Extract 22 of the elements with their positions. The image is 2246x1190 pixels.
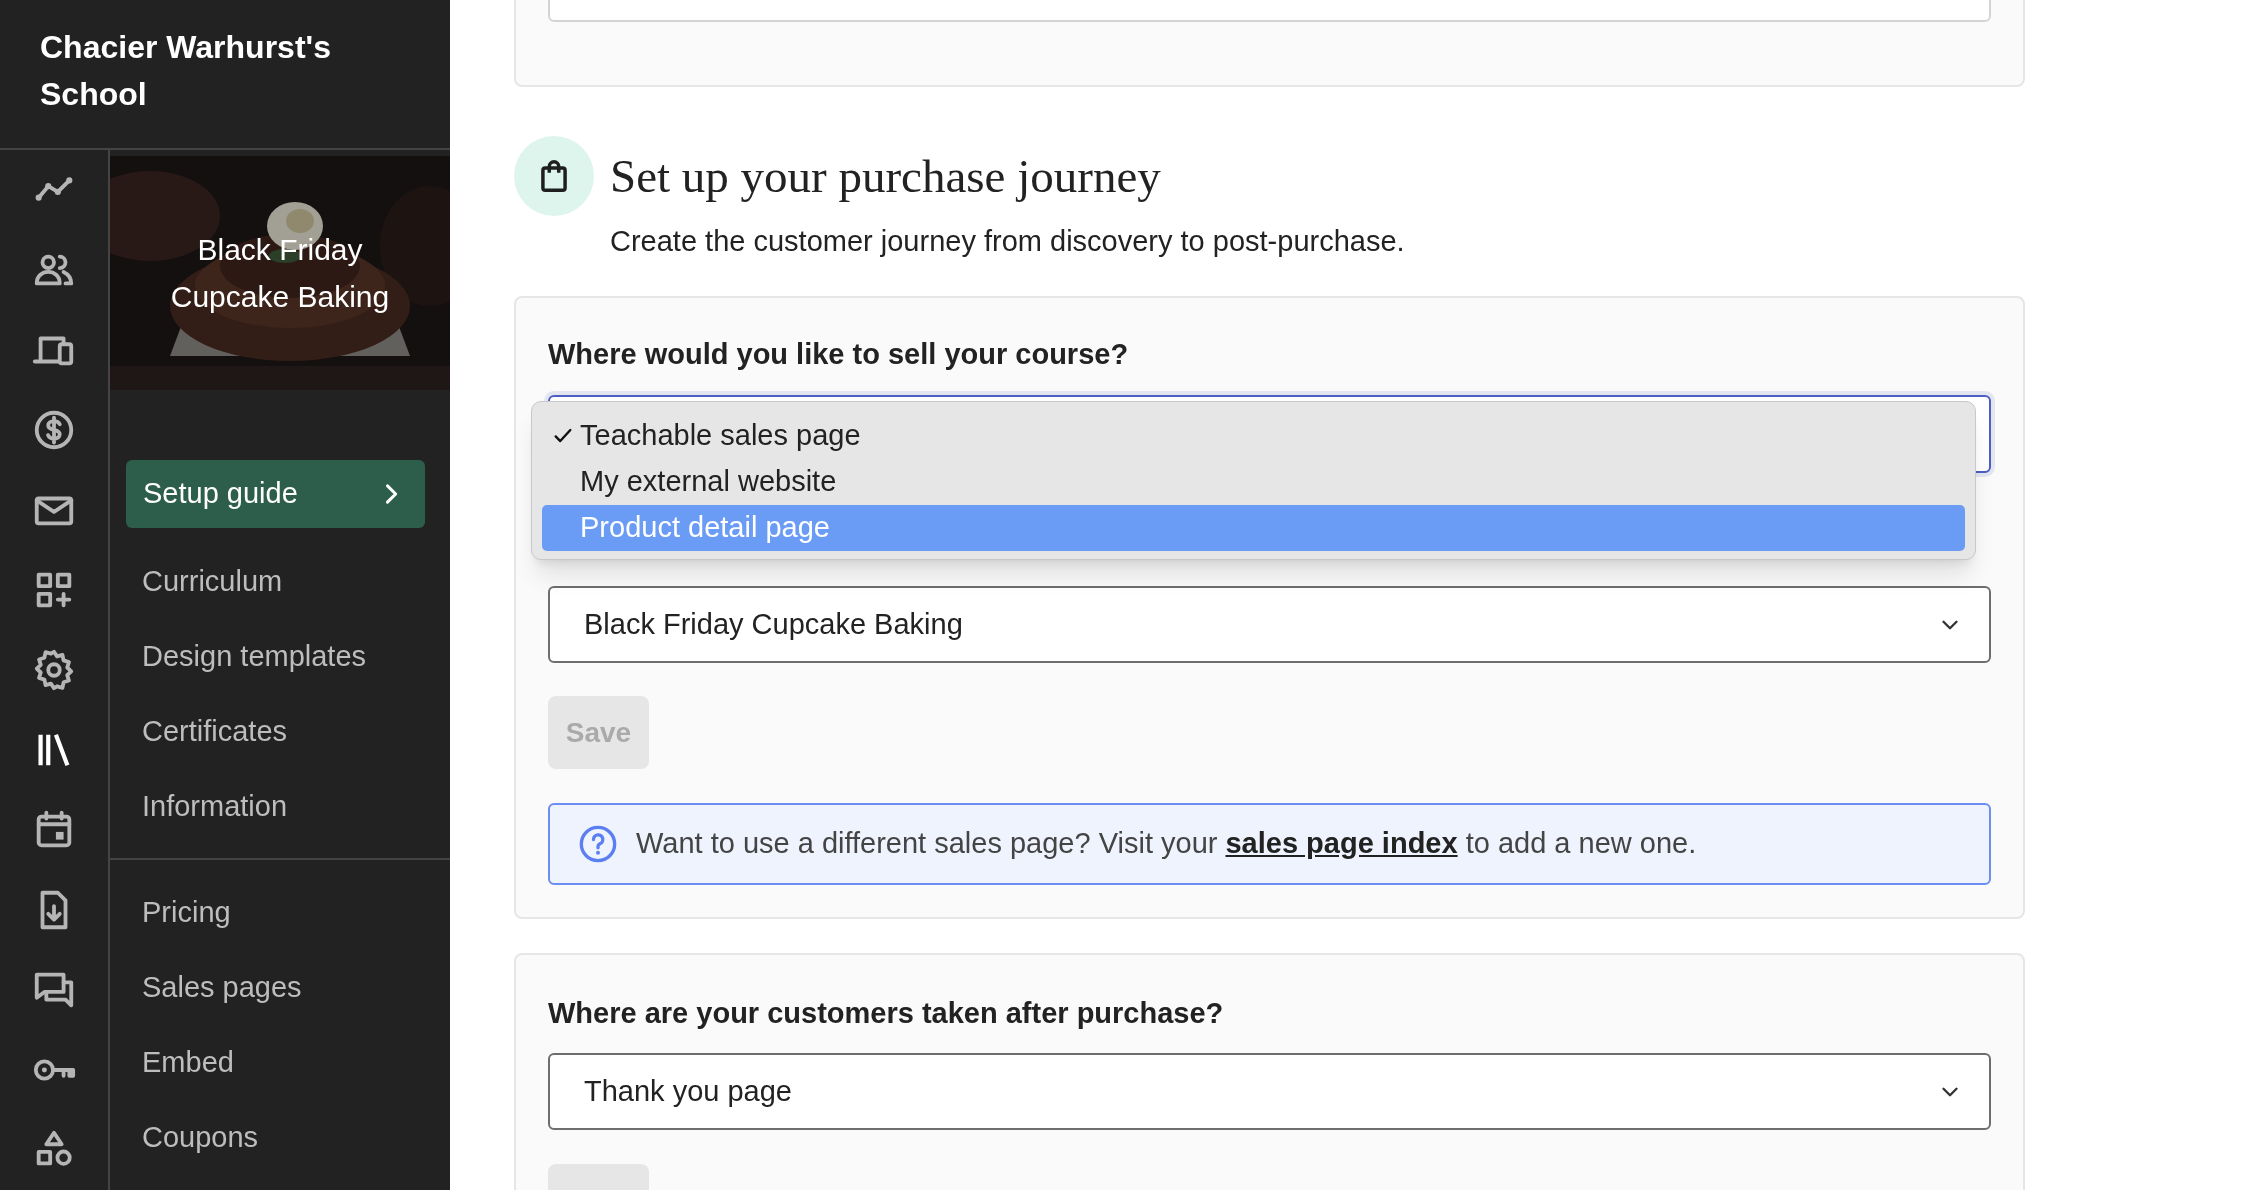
nav-link[interactable]: Certificates: [142, 709, 288, 754]
nav-link[interactable]: Information: [142, 784, 288, 829]
setup-guide-button[interactable]: Setup guide: [126, 460, 425, 528]
dropdown-option[interactable]: My external website: [542, 459, 1965, 505]
nav-link[interactable]: Embed: [142, 1040, 234, 1085]
nav-link[interactable]: Pricing: [142, 890, 231, 935]
course-title: Black Friday Cupcake Baking: [169, 232, 391, 315]
nav-link[interactable]: Coupons: [142, 1115, 259, 1160]
dropdown-field[interactable]: Black Friday Cupcake Baking: [548, 586, 1991, 663]
section-subtitle: Create the customer journey from discovery to post-purchase.: [610, 224, 1405, 259]
dropdown-option[interactable]: Teachable sales page: [542, 413, 1965, 459]
section-title: Set up your purchase journey: [610, 149, 1162, 204]
info-text: Want to use a different sales page? Visit your sales page index to add a new one.: [636, 826, 1697, 862]
help-icon: [578, 824, 618, 864]
dropdown-field[interactable]: Thank you page: [548, 1053, 1991, 1130]
question-label: Where would you like to sell your course?: [548, 337, 1129, 372]
sales-page-index-link[interactable]: sales page index: [1225, 827, 1458, 860]
question-label: Where are your customers taken after purchase?: [548, 996, 1224, 1031]
nav-link[interactable]: Curriculum: [142, 559, 283, 604]
nav-link[interactable]: Sales pages: [142, 965, 302, 1010]
school-name: Chacier Warhurst's School: [40, 28, 332, 114]
nav-link[interactable]: Design templates: [142, 634, 367, 679]
